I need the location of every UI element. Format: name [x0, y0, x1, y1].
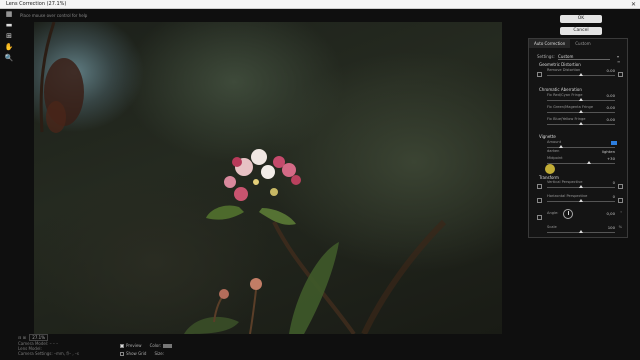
- vertical-perspective-value[interactable]: 0: [595, 180, 615, 185]
- scale-label: Scale: [547, 225, 557, 229]
- window-title: Lens Correction (27.1%): [6, 1, 67, 7]
- grid-color-label: Color:: [149, 343, 162, 348]
- horizontal-perspective-label: Horizontal Perspective: [547, 194, 588, 198]
- slider-thumb[interactable]: [579, 98, 583, 101]
- distortion-icon: [537, 72, 542, 77]
- fix-red-cyan-slider[interactable]: Fix Red/Cyan Fringe 0.00: [537, 93, 623, 103]
- remove-distortion-tool-icon[interactable]: ▦: [4, 10, 14, 19]
- zoom-tool-icon[interactable]: 🔍: [4, 54, 14, 63]
- straighten-tool-icon[interactable]: ▬: [4, 21, 14, 30]
- section-chromatic-aberration: Chromatic Aberration: [539, 87, 582, 92]
- amount-label: Amount: [547, 140, 562, 144]
- vertical-perspective-icon-right: [618, 184, 623, 189]
- scale-value[interactable]: 100: [595, 225, 615, 230]
- remove-distortion-label: Remove Distortion: [547, 68, 581, 72]
- angle-dial[interactable]: [563, 209, 573, 219]
- mouse-cursor-highlight: [545, 164, 555, 174]
- preview-checkbox[interactable]: [120, 344, 124, 348]
- show-grid-label: Show Grid: [126, 351, 147, 356]
- vertical-perspective-label: Vertical Perspective: [547, 180, 583, 184]
- panel-tabs: Auto Correction Custom: [529, 39, 596, 48]
- preview-label: Preview: [126, 343, 142, 348]
- slider-thumb[interactable]: [587, 161, 592, 164]
- angle-value[interactable]: 0,00: [595, 211, 615, 216]
- zoom-control: ⊟ ⊞ 27.1%: [18, 334, 48, 341]
- hand-tool-icon[interactable]: ✋: [4, 43, 14, 52]
- angle-label: Angle:: [547, 211, 559, 215]
- angle-unit: °: [620, 211, 622, 215]
- fix-green-magenta-slider[interactable]: Fix Green/Magenta Fringe 0.00: [537, 105, 623, 115]
- settings-menu-icon[interactable]: ▾ ≡: [617, 54, 620, 64]
- fix-red-cyan-label: Fix Red/Cyan Fringe: [547, 93, 583, 97]
- settings-select[interactable]: Custom: [558, 54, 611, 60]
- distortion-icon-right: [618, 72, 623, 77]
- tool-bar: ▦ ▬ ⊞ ✋ 🔍: [4, 10, 16, 65]
- horizontal-perspective-slider[interactable]: Horizontal Perspective 0: [537, 194, 623, 204]
- fix-blue-yellow-slider[interactable]: Fix Blue/Yellow Fringe 0.00: [537, 117, 623, 127]
- slider-thumb[interactable]: [579, 110, 583, 113]
- photo-flower: [39, 22, 447, 334]
- help-hint: Place mouse over control for help: [20, 13, 88, 18]
- title-bar: Lens Correction (27.1%) ✕: [0, 0, 640, 9]
- settings-panel: Auto Correction Custom Settings: Custom …: [528, 38, 628, 238]
- horizontal-perspective-icon: [537, 198, 542, 203]
- close-icon[interactable]: ✕: [631, 0, 636, 9]
- slider-thumb[interactable]: [558, 145, 563, 148]
- ok-button[interactable]: OK: [560, 15, 602, 23]
- camera-settings: Camera Settings: –mm, f/– , –s: [18, 351, 79, 356]
- grid-size-label: Size:: [154, 351, 165, 356]
- camera-info: Camera Model: – – – Lens Model: Camera S…: [18, 341, 79, 356]
- lighten-label: lighten: [601, 149, 615, 154]
- angle-control[interactable]: Angle: 0,00 °: [537, 209, 623, 221]
- vertical-perspective-icon: [537, 184, 542, 189]
- remove-distortion-slider[interactable]: Remove Distortion 0.00: [537, 68, 623, 78]
- slider-thumb[interactable]: [579, 185, 583, 188]
- cancel-button[interactable]: Cancel: [560, 27, 602, 35]
- slider-thumb[interactable]: [579, 73, 583, 76]
- show-grid-checkbox[interactable]: [120, 352, 124, 356]
- slider-thumb[interactable]: [579, 230, 583, 233]
- amount-value-field[interactable]: [611, 141, 617, 145]
- horizontal-perspective-icon-right: [618, 198, 623, 203]
- zoom-in-icon[interactable]: ⊞: [23, 335, 26, 340]
- scale-unit: %: [618, 225, 622, 229]
- move-grid-tool-icon[interactable]: ⊞: [4, 32, 14, 41]
- image-preview[interactable]: [34, 22, 502, 334]
- vertical-perspective-slider[interactable]: Vertical Perspective 0: [537, 180, 623, 190]
- settings-label: Settings:: [537, 54, 555, 59]
- tab-auto-correction[interactable]: Auto Correction: [529, 39, 571, 48]
- tab-custom[interactable]: Custom: [570, 39, 595, 48]
- preview-options: Preview Color: Show Grid Size:: [120, 342, 173, 358]
- settings-row: Settings: Custom ▾ ≡: [537, 54, 620, 64]
- fix-green-magenta-label: Fix Green/Magenta Fringe: [547, 105, 594, 109]
- darken-label: darken: [547, 149, 560, 153]
- slider-thumb[interactable]: [579, 122, 583, 125]
- fix-red-cyan-value[interactable]: 0.00: [595, 93, 615, 98]
- section-vignette: Vignette: [539, 134, 556, 139]
- fix-green-magenta-value[interactable]: 0.00: [595, 105, 615, 110]
- zoom-level[interactable]: 27.1%: [29, 334, 48, 341]
- fix-blue-yellow-label: Fix Blue/Yellow Fringe: [547, 117, 586, 121]
- midpoint-label: Midpoint: [547, 156, 563, 160]
- fix-blue-yellow-value[interactable]: 0.00: [595, 117, 615, 122]
- midpoint-value[interactable]: +30: [595, 156, 615, 161]
- grid-color-swatch[interactable]: [163, 344, 173, 348]
- rotate-icon: [537, 215, 542, 220]
- slider-thumb[interactable]: [579, 199, 583, 202]
- section-geometric-distortion: Geometric Distortion: [539, 62, 581, 67]
- scale-slider[interactable]: Scale 100 %: [537, 225, 623, 235]
- remove-distortion-value[interactable]: 0.00: [595, 68, 615, 73]
- horizontal-perspective-value[interactable]: 0: [595, 194, 615, 199]
- zoom-out-icon[interactable]: ⊟: [18, 335, 21, 340]
